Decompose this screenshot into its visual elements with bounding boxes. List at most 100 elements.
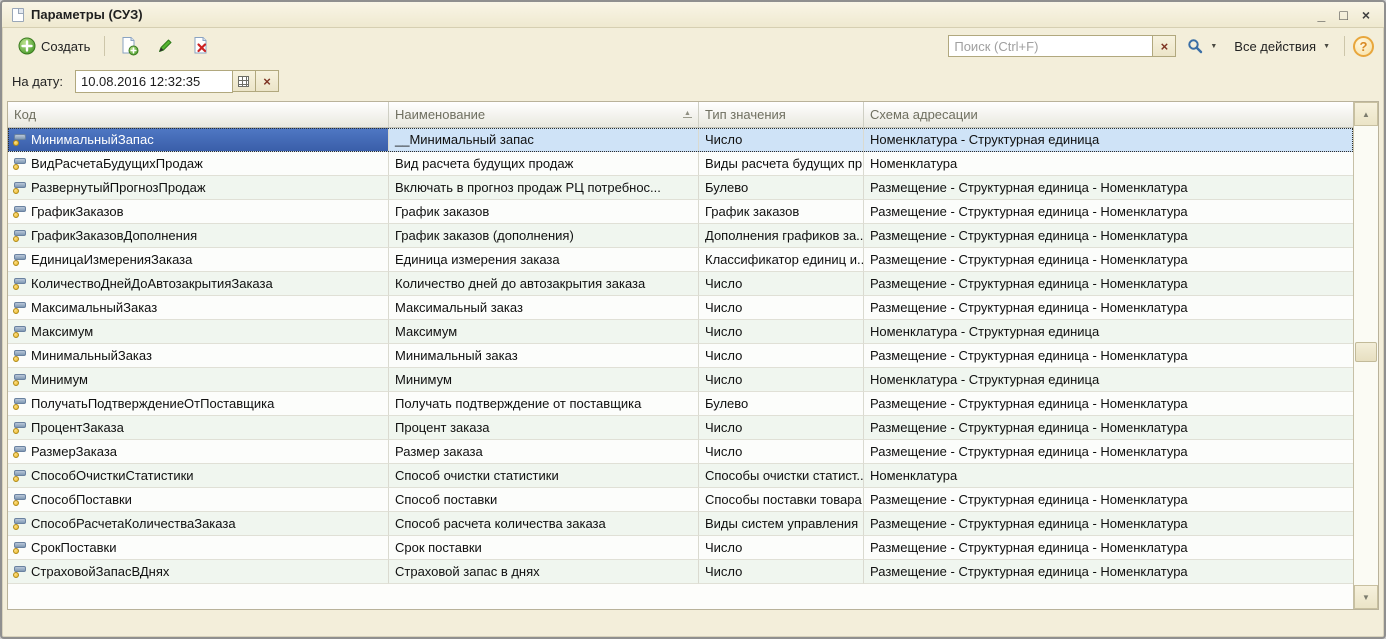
cell-name[interactable]: Включать в прогноз продаж РЦ потребнос..… — [389, 176, 699, 200]
cell-type[interactable]: Число — [699, 344, 864, 368]
cell-type[interactable]: Число — [699, 536, 864, 560]
table-row[interactable]: СпособРасчетаКоличестваЗаказа Способ рас… — [8, 512, 1353, 536]
all-actions-button[interactable]: Все действия ▼ — [1228, 35, 1336, 58]
cell-type[interactable]: Виды расчета будущих пр... — [699, 152, 864, 176]
cell-type[interactable]: Число — [699, 296, 864, 320]
table-row[interactable]: МинимальныйЗаказ Минимальный заказ Число… — [8, 344, 1353, 368]
table-row[interactable]: МинимальныйЗапас __Минимальный запас Чис… — [8, 128, 1353, 152]
cell-scheme[interactable]: Номенклатура — [864, 464, 1353, 488]
table-row[interactable]: ЕдиницаИзмеренияЗаказа Единица измерения… — [8, 248, 1353, 272]
vertical-scrollbar[interactable]: ▲ ▼ — [1353, 102, 1378, 609]
table-row[interactable]: СпособОчисткиСтатистики Способ очистки с… — [8, 464, 1353, 488]
cell-type[interactable]: Число — [699, 440, 864, 464]
cell-type[interactable]: Способы поставки товара — [699, 488, 864, 512]
cell-type[interactable]: Число — [699, 560, 864, 584]
date-picker-button[interactable] — [233, 70, 256, 92]
cell-type[interactable]: Дополнения графиков за... — [699, 224, 864, 248]
search-clear-button[interactable]: × — [1153, 35, 1176, 57]
date-input[interactable] — [75, 70, 233, 93]
edit-button[interactable] — [150, 33, 180, 59]
cell-type[interactable]: График заказов — [699, 200, 864, 224]
cell-name[interactable]: Срок поставки — [389, 536, 699, 560]
search-input[interactable] — [948, 35, 1153, 57]
cell-scheme[interactable]: Размещение - Структурная единица - Номен… — [864, 416, 1353, 440]
cell-name[interactable]: Получать подтверждение от поставщика — [389, 392, 699, 416]
column-header-name[interactable]: Наименование ▲ — [389, 102, 699, 127]
cell-type[interactable]: Виды систем управления ... — [699, 512, 864, 536]
table-row[interactable]: КоличествоДнейДоАвтозакрытияЗаказа Колич… — [8, 272, 1353, 296]
cell-scheme[interactable]: Размещение - Структурная единица - Номен… — [864, 224, 1353, 248]
cell-scheme[interactable]: Размещение - Структурная единица - Номен… — [864, 200, 1353, 224]
scroll-up-button[interactable]: ▲ — [1354, 102, 1378, 126]
close-icon[interactable]: × — [1362, 8, 1370, 22]
cell-scheme[interactable]: Размещение - Структурная единица - Номен… — [864, 536, 1353, 560]
cell-name[interactable]: График заказов (дополнения) — [389, 224, 699, 248]
cell-scheme[interactable]: Размещение - Структурная единица - Номен… — [864, 440, 1353, 464]
cell-name[interactable]: __Минимальный запас — [389, 128, 699, 152]
cell-name[interactable]: Максимум — [389, 320, 699, 344]
cell-name[interactable]: Единица измерения заказа — [389, 248, 699, 272]
cell-type[interactable]: Число — [699, 416, 864, 440]
help-button[interactable]: ? — [1353, 36, 1374, 57]
date-filter-label: На дату: — [12, 74, 63, 89]
search-options-button[interactable]: ▼ — [1181, 34, 1223, 58]
cell-name[interactable]: Максимальный заказ — [389, 296, 699, 320]
copy-button[interactable] — [113, 32, 145, 60]
create-button[interactable]: Создать — [12, 33, 96, 59]
cell-name[interactable]: Способ поставки — [389, 488, 699, 512]
cell-scheme[interactable]: Размещение - Структурная единица - Номен… — [864, 392, 1353, 416]
cell-type[interactable]: Число — [699, 368, 864, 392]
cell-type[interactable]: Число — [699, 320, 864, 344]
cell-scheme[interactable]: Размещение - Структурная единица - Номен… — [864, 512, 1353, 536]
column-header-code[interactable]: Код — [8, 102, 389, 127]
cell-type[interactable]: Булево — [699, 176, 864, 200]
column-header-scheme[interactable]: Схема адресации — [864, 102, 1353, 127]
table-row[interactable]: РазмерЗаказа Размер заказа Число Размеще… — [8, 440, 1353, 464]
cell-name[interactable]: Страховой запас в днях — [389, 560, 699, 584]
table-row[interactable]: Минимум Минимум Число Номенклатура - Стр… — [8, 368, 1353, 392]
scrollbar-thumb[interactable] — [1355, 342, 1377, 362]
minimize-icon[interactable]: _ — [1318, 8, 1326, 22]
cell-type[interactable]: Число — [699, 272, 864, 296]
cell-name[interactable]: Способ очистки статистики — [389, 464, 699, 488]
cell-scheme[interactable]: Номенклатура - Структурная единица — [864, 320, 1353, 344]
cell-scheme[interactable]: Размещение - Структурная единица - Номен… — [864, 488, 1353, 512]
cell-scheme[interactable]: Размещение - Структурная единица - Номен… — [864, 344, 1353, 368]
date-clear-button[interactable]: × — [256, 70, 279, 92]
cell-scheme[interactable]: Размещение - Структурная единица - Номен… — [864, 560, 1353, 584]
cell-scheme[interactable]: Номенклатура - Структурная единица — [864, 368, 1353, 392]
column-header-type[interactable]: Тип значения — [699, 102, 864, 127]
cell-scheme[interactable]: Размещение - Структурная единица - Номен… — [864, 248, 1353, 272]
table-row[interactable]: СпособПоставки Способ поставки Способы п… — [8, 488, 1353, 512]
cell-type[interactable]: Классификатор единиц и... — [699, 248, 864, 272]
cell-type[interactable]: Способы очистки статист... — [699, 464, 864, 488]
table-row[interactable]: ВидРасчетаБудущихПродаж Вид расчета буду… — [8, 152, 1353, 176]
table-row[interactable]: СрокПоставки Срок поставки Число Размеще… — [8, 536, 1353, 560]
cell-scheme[interactable]: Номенклатура - Структурная единица — [864, 128, 1353, 152]
cell-name[interactable]: Способ расчета количества заказа — [389, 512, 699, 536]
cell-name[interactable]: График заказов — [389, 200, 699, 224]
table-row[interactable]: ПолучатьПодтверждениеОтПоставщика Получа… — [8, 392, 1353, 416]
maximize-icon[interactable]: □ — [1339, 8, 1347, 22]
table-row[interactable]: ПроцентЗаказа Процент заказа Число Разме… — [8, 416, 1353, 440]
table-row[interactable]: ГрафикЗаказовДополнения График заказов (… — [8, 224, 1353, 248]
scroll-down-button[interactable]: ▼ — [1354, 585, 1378, 609]
table-row[interactable]: Максимум Максимум Число Номенклатура - С… — [8, 320, 1353, 344]
table-row[interactable]: МаксимальныйЗаказ Максимальный заказ Чис… — [8, 296, 1353, 320]
cell-name[interactable]: Вид расчета будущих продаж — [389, 152, 699, 176]
cell-name[interactable]: Минимальный заказ — [389, 344, 699, 368]
cell-scheme[interactable]: Размещение - Структурная единица - Номен… — [864, 296, 1353, 320]
cell-type[interactable]: Булево — [699, 392, 864, 416]
cell-name[interactable]: Процент заказа — [389, 416, 699, 440]
cell-scheme[interactable]: Номенклатура — [864, 152, 1353, 176]
cell-name[interactable]: Минимум — [389, 368, 699, 392]
cell-name[interactable]: Количество дней до автозакрытия заказа — [389, 272, 699, 296]
delete-button[interactable] — [185, 32, 217, 60]
table-row[interactable]: ГрафикЗаказов График заказов График зака… — [8, 200, 1353, 224]
cell-scheme[interactable]: Размещение - Структурная единица - Номен… — [864, 176, 1353, 200]
cell-name[interactable]: Размер заказа — [389, 440, 699, 464]
table-row[interactable]: СтраховойЗапасВДнях Страховой запас в дн… — [8, 560, 1353, 584]
cell-scheme[interactable]: Размещение - Структурная единица - Номен… — [864, 272, 1353, 296]
cell-type[interactable]: Число — [699, 128, 864, 152]
table-row[interactable]: РазвернутыйПрогнозПродаж Включать в прог… — [8, 176, 1353, 200]
